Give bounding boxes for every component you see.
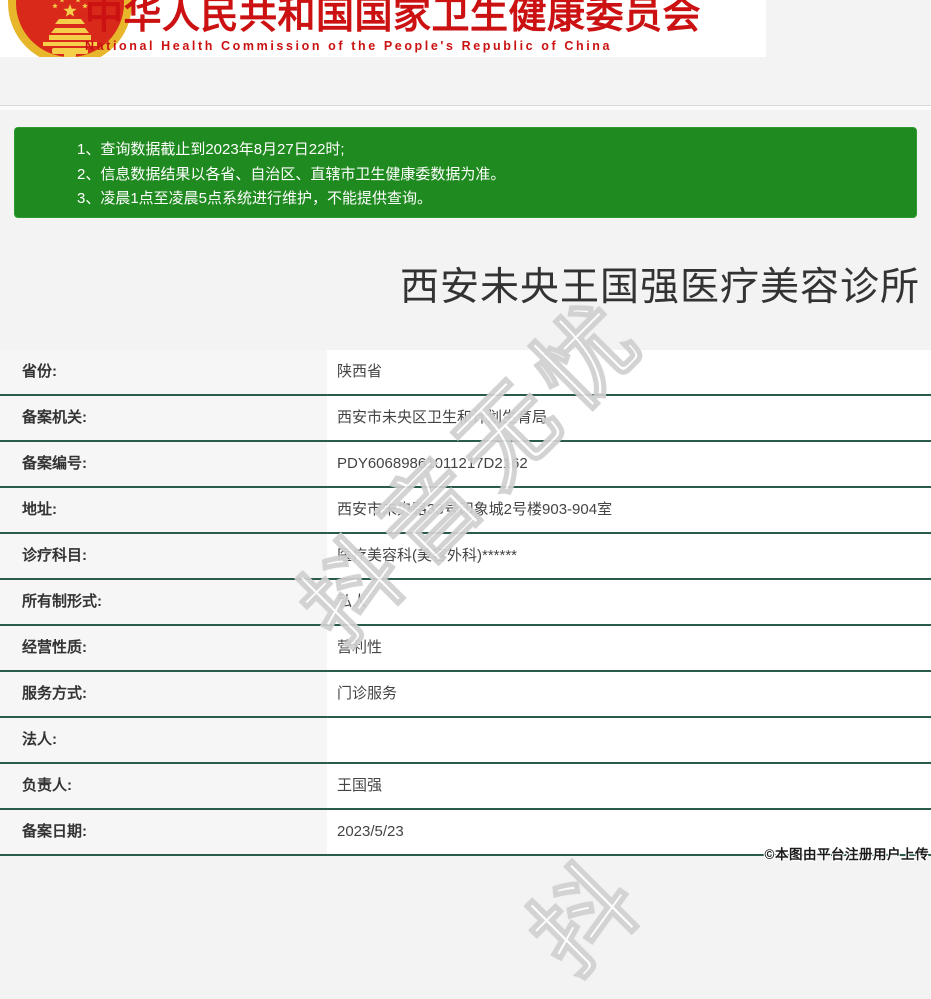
header-banner: 中华人民共和国国家卫生健康委员会 National Health Commiss… xyxy=(0,0,766,57)
field-value: 王国强 xyxy=(327,764,931,808)
header-titles: 中华人民共和国国家卫生健康委员会 National Health Commiss… xyxy=(85,0,765,53)
table-row-person-in-charge: 负责人: 王国强 xyxy=(0,764,931,810)
field-value xyxy=(327,718,931,762)
notice-line-2: 2、信息数据结果以各省、自治区、直辖市卫生健康委数据为准。 xyxy=(77,163,896,188)
field-label: 备案机关: xyxy=(0,396,327,440)
institution-info-table: 省份: 陕西省 备案机关: 西安市未央区卫生和计划生育局 备案编号: PDY60… xyxy=(0,350,931,856)
table-row-business-nature: 经营性质: 营利性 xyxy=(0,626,931,672)
table-row-province: 省份: 陕西省 xyxy=(0,350,931,396)
field-label: 经营性质: xyxy=(0,626,327,670)
field-label: 诊疗科目: xyxy=(0,534,327,578)
site-title-chinese: 中华人民共和国国家卫生健康委员会 xyxy=(85,0,765,38)
field-label: 备案日期: xyxy=(0,810,327,854)
notice-line-3: 3、凌晨1点至凌晨5点系统进行维护，不能提供查询。 xyxy=(77,187,896,212)
field-value: 营利性 xyxy=(327,626,931,670)
table-row-legal-person: 法人: xyxy=(0,718,931,764)
field-value: 陕西省 xyxy=(327,350,931,394)
table-row-registry-number: 备案编号: PDY60689861011217D2162 xyxy=(0,442,931,488)
notice-line-1: 1、查询数据截止到2023年8月27日22时; xyxy=(77,138,896,163)
field-value: 私人 xyxy=(327,580,931,624)
field-label: 服务方式: xyxy=(0,672,327,716)
field-label: 备案编号: xyxy=(0,442,327,486)
field-label: 地址: xyxy=(0,488,327,532)
site-title-english: National Health Commission of the People… xyxy=(85,39,765,53)
table-row-address: 地址: 西安市未央路33号印象城2号楼903-904室 xyxy=(0,488,931,534)
table-row-treatment-subjects: 诊疗科目: 医疗美容科(美容外科)****** xyxy=(0,534,931,580)
field-label: 负责人: xyxy=(0,764,327,808)
query-notice-box: 1、查询数据截止到2023年8月27日22时; 2、信息数据结果以各省、自治区、… xyxy=(14,127,917,218)
institution-name-title: 西安未央王国强医疗美容诊所 xyxy=(400,256,920,312)
table-row-ownership-form: 所有制形式: 私人 xyxy=(0,580,931,626)
field-value: PDY60689861011217D2162 xyxy=(327,442,931,486)
header-divider-highlight xyxy=(0,106,931,110)
field-value: 医疗美容科(美容外科)****** xyxy=(327,534,931,578)
field-value: 西安市未央区卫生和计划生育局 xyxy=(327,396,931,440)
table-row-registry-authority: 备案机关: 西安市未央区卫生和计划生育局 xyxy=(0,396,931,442)
image-credit-text: ©本图由平台注册用户上传 xyxy=(765,843,929,863)
field-value: 西安市未央路33号印象城2号楼903-904室 xyxy=(327,488,931,532)
table-row-service-mode: 服务方式: 门诊服务 xyxy=(0,672,931,718)
field-label: 所有制形式: xyxy=(0,580,327,624)
field-label: 省份: xyxy=(0,350,327,394)
field-value: 门诊服务 xyxy=(327,672,931,716)
field-label: 法人: xyxy=(0,718,327,762)
